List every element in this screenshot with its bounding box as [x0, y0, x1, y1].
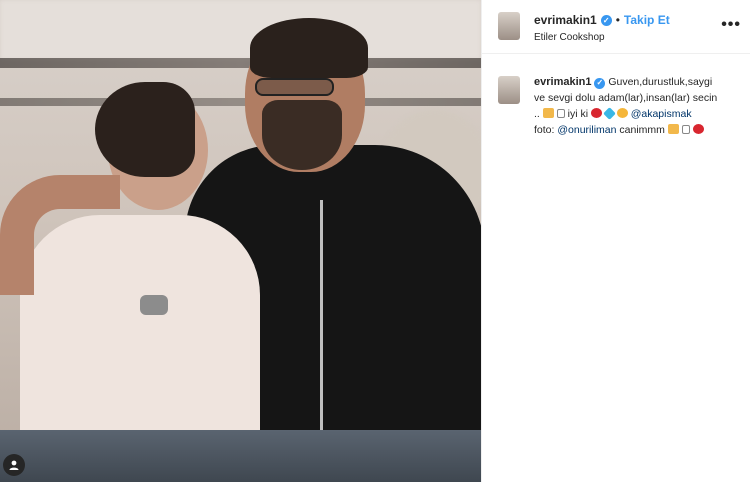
location-link[interactable]: Etiler Cookshop [534, 32, 670, 43]
caption-text: canimmm [619, 124, 665, 136]
verified-badge-icon: ✓ [594, 77, 606, 89]
mention-link[interactable]: @akapismak [631, 108, 692, 120]
heart-icon [692, 124, 704, 134]
emoji-face-icon [616, 108, 628, 118]
user-tag-icon[interactable] [3, 454, 25, 476]
caption-text: ve sevgi dolu adam(lar),insan(lar) secin [534, 92, 718, 104]
man-hair [250, 18, 368, 78]
post-sidebar: evrimakin1 ✓ • Takip Et Etiler Cookshop … [481, 0, 750, 482]
background-rail [0, 58, 481, 68]
table-foreground [0, 430, 481, 482]
more-options-icon[interactable]: ••• [721, 16, 741, 34]
mention-link[interactable]: @onuriliman [557, 124, 616, 136]
background-top [0, 0, 481, 60]
woman-hair [95, 82, 195, 177]
separator-dot: • [615, 13, 620, 27]
verified-badge-icon: ✓ [600, 14, 612, 26]
caption-text: .. [534, 108, 540, 120]
caption-text: foto: [534, 124, 555, 136]
avatar[interactable] [498, 12, 520, 40]
praying-hands-icon [667, 124, 679, 134]
missing-glyph-icon [681, 125, 690, 134]
missing-glyph-icon [556, 109, 565, 118]
praying-hands-icon [542, 108, 554, 118]
caption-username-link[interactable]: evrimakin1 [534, 76, 591, 88]
caption-text: iyi ki [567, 108, 589, 120]
caption-text: Guven,durustluk,saygi [608, 76, 713, 88]
shirt-zipper [320, 200, 323, 430]
follow-button[interactable]: Takip Et [624, 13, 670, 27]
heart-icon [590, 108, 602, 118]
woman-watch [140, 295, 168, 315]
username-link[interactable]: evrimakin1 [534, 13, 597, 27]
man-arm [0, 175, 120, 295]
diamond-icon [603, 107, 616, 120]
man-sunglasses [255, 78, 334, 96]
post-photo[interactable] [0, 0, 481, 482]
man-beard [262, 100, 342, 170]
background-rail [0, 98, 481, 106]
post-header: evrimakin1 ✓ • Takip Et Etiler Cookshop … [482, 0, 750, 54]
post-caption: evrimakin1 ✓ Guven,durustluk,saygi ve se… [482, 54, 750, 138]
avatar[interactable] [498, 76, 520, 104]
